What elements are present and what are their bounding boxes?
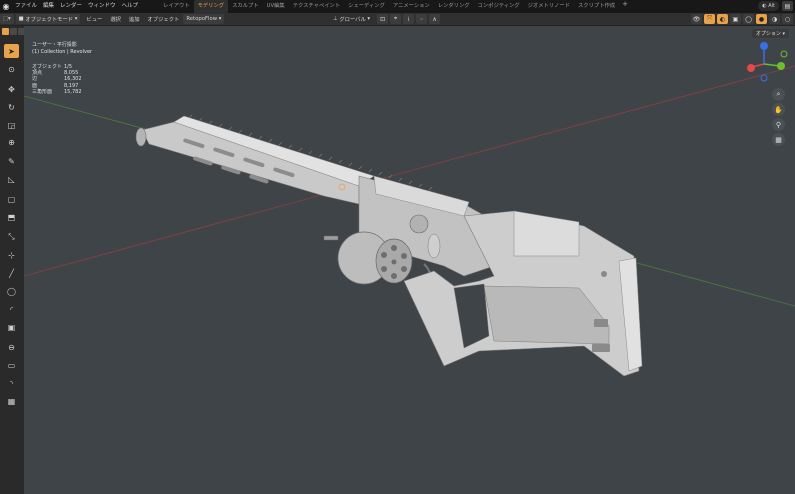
measure-tool-icon[interactable]: ◺ bbox=[4, 172, 19, 186]
gizmo-x-icon bbox=[747, 64, 755, 72]
rendered-shading-icon[interactable]: ○ bbox=[782, 14, 793, 24]
options-label: オプション bbox=[755, 31, 781, 37]
select-box-tool-icon[interactable]: ➤ bbox=[4, 44, 19, 58]
xray-icon[interactable]: ▣ bbox=[730, 14, 741, 24]
line-tool-icon[interactable]: ╱ bbox=[4, 266, 19, 280]
tab-scripting[interactable]: スクリプト作成 bbox=[574, 0, 619, 13]
move-tool-icon[interactable]: ✥ bbox=[4, 82, 19, 96]
orientation-dropdown[interactable]: ⊥ グローバル ▾ bbox=[330, 14, 373, 24]
tab-geometry-nodes[interactable]: ジオメトリノード bbox=[524, 0, 574, 13]
top-menu-bar: ◉ ファイル 編集 レンダー ウィンドウ ヘルプ レイアウト モデリング スカル… bbox=[0, 0, 795, 13]
chevron-down-icon: ▾ bbox=[780, 30, 785, 37]
rotate-tool-icon[interactable]: ↻ bbox=[4, 100, 19, 114]
select-new-icon[interactable] bbox=[2, 28, 9, 35]
view-menu[interactable]: ビュー bbox=[82, 15, 106, 23]
orientation-label: グローバル bbox=[339, 17, 366, 23]
object-menu[interactable]: オブジェクト bbox=[144, 15, 184, 23]
pivot-icon[interactable]: ⊡ bbox=[377, 14, 389, 24]
gizmo-z-icon bbox=[760, 42, 768, 50]
scene-canvas bbox=[24, 65, 795, 377]
view-layer-icon[interactable]: ▤ bbox=[782, 1, 793, 11]
retopoflow-dropdown[interactable]: RetopoFlow ▾ bbox=[183, 14, 225, 24]
shear-tool-icon[interactable]: ⊖ bbox=[4, 340, 19, 354]
annotate-tool-icon[interactable]: ✎ bbox=[4, 154, 19, 168]
tab-texture-paint[interactable]: テクスチャペイント bbox=[289, 0, 344, 13]
select-tool-icon[interactable]: ⤡ bbox=[4, 230, 19, 244]
visibility-icon[interactable]: 👁 bbox=[691, 14, 702, 24]
circle-tool-icon[interactable]: ◯ bbox=[4, 284, 19, 298]
tab-compositing[interactable]: コンポジティング bbox=[474, 0, 524, 13]
snap-icon[interactable]: ⌖ bbox=[390, 14, 402, 24]
cube-editor-icon: ⬚▾ bbox=[3, 16, 11, 22]
spin-tool-icon[interactable]: ◝ bbox=[4, 376, 19, 390]
box-tool-icon[interactable]: ▣ bbox=[4, 320, 19, 334]
3d-viewport[interactable]: ユーザー・平行投影 (1) Collection | Revolver オブジェ… bbox=[24, 26, 795, 494]
tab-sculpt[interactable]: スカルプト bbox=[228, 0, 263, 13]
material-shading-icon[interactable]: ◑ bbox=[769, 14, 780, 24]
tab-shading[interactable]: シェーディング bbox=[344, 0, 389, 13]
tab-modeling[interactable]: モデリング bbox=[193, 0, 229, 13]
grid-tool-icon[interactable]: ▦ bbox=[4, 394, 19, 408]
view-name: ユーザー・平行投影 bbox=[32, 42, 77, 48]
menu-edit[interactable]: 編集 bbox=[40, 0, 57, 13]
add-cube-tool-icon[interactable]: ▢ bbox=[4, 192, 19, 206]
retopoflow-label: RetopoFlow bbox=[186, 16, 218, 22]
tool-shelf: ➤ ⊙ ✥ ↻ ◲ ⊕ ✎ ◺ ▢ ⬒ ⤡ ⊹ ╱ ◯ ◜ ▣ ⊖ ▭ ◝ ▦ bbox=[0, 26, 41, 494]
menu-window[interactable]: ウィンドウ bbox=[85, 0, 119, 13]
wireframe-shading-icon[interactable]: ◯ bbox=[743, 14, 754, 24]
menu-help[interactable]: ヘルプ bbox=[119, 0, 142, 13]
transform-tool-icon[interactable]: ⊕ bbox=[4, 135, 19, 149]
workspace-tabs: レイアウト モデリング スカルプト UV編集 テクスチャペイント シェーディング… bbox=[159, 0, 631, 13]
gizmo-y-icon bbox=[777, 62, 785, 70]
chevron-down-icon: ▾ bbox=[365, 16, 371, 22]
scale-tool-icon[interactable]: ◲ bbox=[4, 118, 19, 132]
camera-view-icon[interactable]: ⚲ bbox=[772, 118, 785, 131]
menu-file[interactable]: ファイル bbox=[12, 0, 40, 13]
perspective-toggle-icon[interactable]: ▦ bbox=[772, 133, 785, 146]
stats-triangles-label: 三角形面 bbox=[32, 88, 53, 95]
gizmo-toggle-icon[interactable]: ⤧ bbox=[704, 14, 715, 24]
tab-uv-edit[interactable]: UV編集 bbox=[263, 0, 289, 13]
collection-name: (1) Collection | Revolver bbox=[32, 49, 93, 55]
add-workspace-button[interactable]: + bbox=[619, 0, 631, 13]
stats-triangles-value: 15,782 bbox=[64, 88, 82, 95]
mode-label: オブジェクトモード bbox=[25, 17, 74, 23]
stats-row: 三角形面 15,782 bbox=[32, 89, 82, 95]
mode-dropdown[interactable]: ■ オブジェクトモード ▾ bbox=[15, 14, 81, 24]
viewport-header: ⬚▾ ■ オブジェクトモード ▾ ビュー 選択 追加 オブジェクト Retopo… bbox=[0, 13, 795, 26]
blender-logo-icon[interactable]: ◉ bbox=[0, 0, 12, 13]
snap-target-icon[interactable]: ⁞ bbox=[403, 14, 415, 24]
knife-tool-icon[interactable]: ⊹ bbox=[4, 248, 19, 262]
pan-hand-icon[interactable]: ✋ bbox=[772, 103, 785, 116]
scene-selector[interactable]: ◐ Alt bbox=[758, 1, 779, 11]
tab-animation[interactable]: アニメーション bbox=[389, 0, 434, 13]
navigation-gizmo[interactable] bbox=[742, 40, 788, 86]
select-menu[interactable]: 選択 bbox=[106, 15, 125, 23]
solid-shading-icon[interactable]: ● bbox=[756, 14, 767, 24]
tab-rendering[interactable]: レンダリング bbox=[434, 0, 474, 13]
cursor-tool-icon[interactable]: ⊙ bbox=[4, 62, 19, 76]
add-menu[interactable]: 追加 bbox=[125, 15, 144, 23]
falloff-icon[interactable]: ∧ bbox=[429, 14, 441, 24]
proportional-edit-icon[interactable]: ◦ bbox=[416, 14, 428, 24]
viewport-header-right: 👁 ⤧ ◐ ▣ ◯ ● ◑ ○ bbox=[691, 14, 793, 24]
chevron-down-icon: ▾ bbox=[73, 16, 78, 22]
top-right-controls: ◐ Alt ▤ bbox=[758, 1, 793, 11]
chevron-down-icon: ▾ bbox=[217, 16, 222, 22]
overlay-toggle-icon[interactable]: ◐ bbox=[717, 14, 728, 24]
scene-label: Alt bbox=[768, 3, 775, 9]
editor-type-button[interactable]: ⬚▾ bbox=[0, 14, 14, 24]
extrude-tool-icon[interactable]: ⬒ bbox=[4, 210, 19, 224]
tab-layout[interactable]: レイアウト bbox=[159, 0, 194, 13]
transform-controls: ⊥ グローバル ▾ ⊡ ⌖ ⁞ ◦ ∧ bbox=[330, 14, 441, 24]
menu-render[interactable]: レンダー bbox=[57, 0, 85, 13]
scene-statistics: オブジェクト 1/5 頂点 8,055 辺 16,302 面 8,197 三角形… bbox=[32, 64, 82, 95]
revolver-rifle-model[interactable] bbox=[135, 114, 643, 377]
object-mode-icon: ■ bbox=[18, 16, 26, 22]
zoom-icon[interactable]: ⌕ bbox=[772, 88, 785, 101]
select-extend-icon[interactable] bbox=[10, 28, 17, 35]
options-dropdown[interactable]: オプション ▾ bbox=[751, 29, 789, 38]
page-tool-icon[interactable]: ▭ bbox=[4, 358, 19, 372]
arc-tool-icon[interactable]: ◜ bbox=[4, 302, 19, 316]
